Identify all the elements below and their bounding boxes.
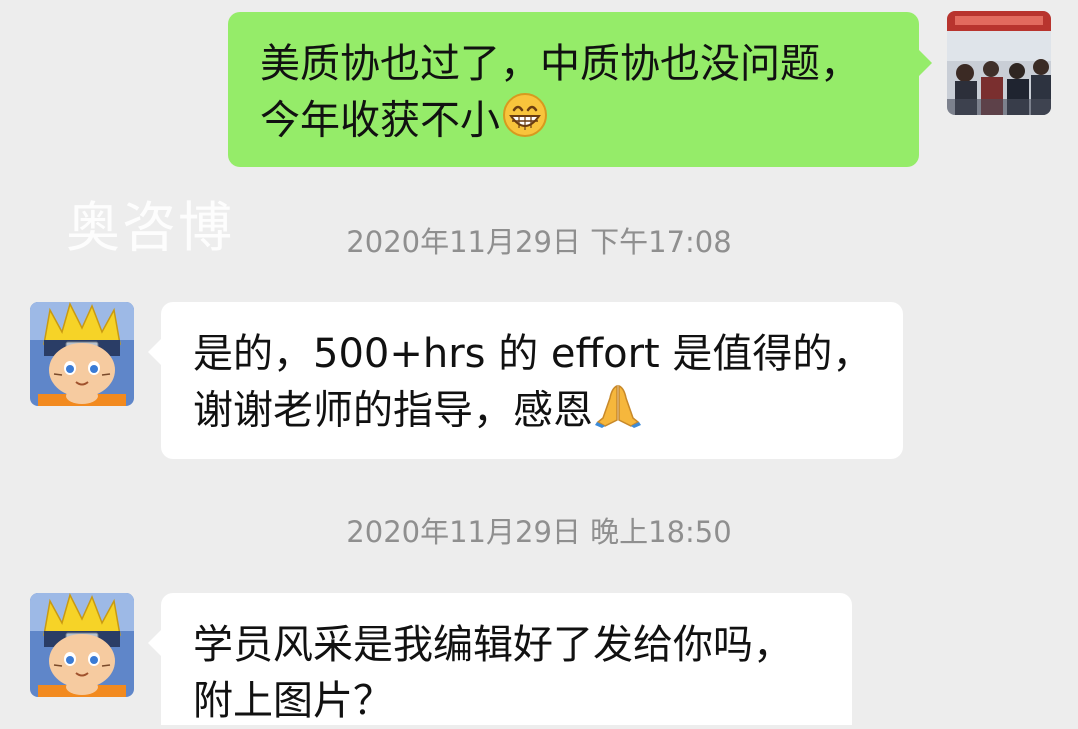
contact-avatar[interactable]: [30, 302, 134, 406]
bubble-tail: [148, 630, 161, 656]
self-avatar[interactable]: [947, 11, 1051, 115]
timestamp: 2020年11月29日 晚上18:50: [346, 515, 732, 549]
folded-hands-icon: [595, 382, 641, 443]
message-text-line: 学员风采是我编辑好了发给你吗，: [193, 622, 793, 668]
timestamp: 2020年11月29日 下午17:08: [346, 225, 732, 259]
message-text-line: 附上图片？: [193, 678, 393, 724]
message-text-line: 谢谢老师的指导，感恩: [193, 382, 871, 443]
message-text-line: 今年收获不小: [260, 92, 887, 153]
message-text-line: 是的，500+hrs 的 effort 是值得的，: [193, 331, 873, 377]
bubble-tail: [919, 50, 932, 76]
bubble-tail: [148, 339, 161, 365]
message-text-line: 美质协也过了，中质协也没问题，: [260, 41, 860, 87]
grinning-face-icon: [502, 92, 548, 153]
message-bubble-outgoing[interactable]: 美质协也过了，中质协也没问题， 今年收获不小: [228, 12, 919, 167]
message-bubble-incoming[interactable]: 学员风采是我编辑好了发给你吗， 附上图片？: [161, 593, 852, 725]
message-bubble-incoming[interactable]: 是的，500+hrs 的 effort 是值得的， 谢谢老师的指导，感恩: [161, 302, 903, 459]
contact-avatar[interactable]: [30, 593, 134, 697]
